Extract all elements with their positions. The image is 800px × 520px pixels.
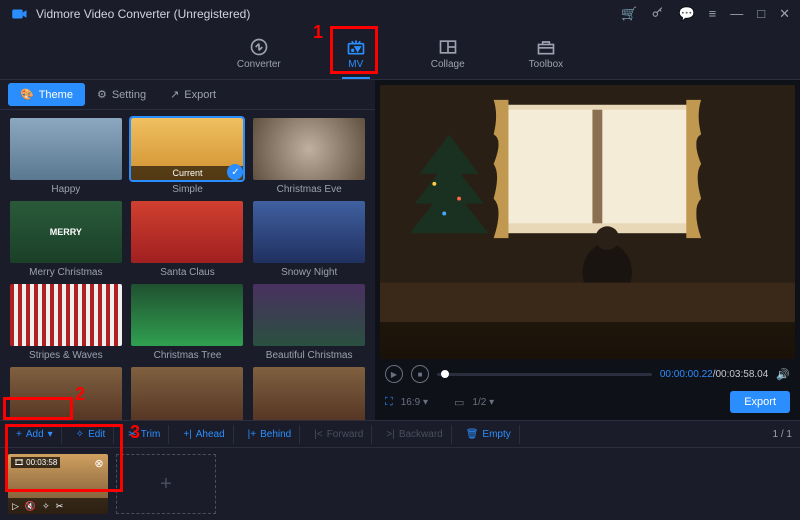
tab-mv-label: MV — [348, 59, 363, 70]
subtab-theme[interactable]: 🎨 Theme — [8, 83, 85, 106]
film-icon: 🎞 — [14, 458, 24, 467]
page-select[interactable]: 1/2 ▾ — [472, 397, 494, 408]
plus-icon: + — [16, 429, 22, 440]
theme-label: Snowy Night — [281, 267, 337, 278]
theme-stripes-waves[interactable] — [10, 284, 122, 346]
theme-merry-christmas[interactable]: MERRY — [10, 201, 122, 263]
mv-icon — [345, 38, 367, 56]
tab-toolbox[interactable]: Toolbox — [517, 34, 575, 74]
clip-item[interactable]: 🎞00:03:58 ⊗ ▷ 🔇 ✧ ✂ — [8, 454, 108, 514]
cart-icon[interactable]: 🛒 — [621, 6, 637, 22]
clip-play-icon[interactable]: ▷ — [12, 501, 19, 512]
ahead-button[interactable]: +|Ahead — [175, 425, 233, 444]
aspect-select[interactable]: 16:9 ▾ — [401, 397, 428, 408]
tab-converter[interactable]: Converter — [225, 34, 293, 74]
key-icon[interactable] — [651, 6, 664, 22]
page-icon: ▭ — [454, 396, 464, 409]
clip-cut-icon[interactable]: ✂ — [56, 501, 64, 512]
trim-button[interactable]: ✂Trim — [120, 425, 169, 444]
theme-happy[interactable] — [10, 118, 122, 180]
progress-bar[interactable] — [437, 373, 652, 376]
clip-duration: 🎞00:03:58 — [11, 457, 60, 468]
theme-label: Merry Christmas — [29, 267, 102, 278]
timeline: 🎞00:03:58 ⊗ ▷ 🔇 ✧ ✂ + — [0, 448, 800, 520]
tab-converter-label: Converter — [237, 59, 281, 70]
feedback-icon[interactable]: 💬 — [678, 6, 694, 22]
theme-christmas-eve[interactable] — [253, 118, 365, 180]
clip-mute-icon[interactable]: 🔇 — [25, 501, 36, 512]
theme-label: Santa Claus — [160, 267, 214, 278]
palette-icon: 🎨 — [20, 88, 34, 101]
minimize-icon[interactable]: — — [730, 6, 743, 22]
scissors-icon: ✂ — [128, 429, 136, 440]
theme-extra[interactable] — [253, 367, 365, 420]
theme-grid: Happy Current✓ Simple Christmas Eve MERRY… — [0, 110, 375, 420]
edit-button[interactable]: ✧Edit — [68, 425, 115, 444]
tab-mv[interactable]: MV — [333, 34, 379, 74]
theme-snowy-night[interactable] — [253, 201, 365, 263]
trash-icon: 🗑 — [466, 429, 479, 440]
stop-button[interactable]: ■ — [411, 365, 429, 383]
subtab-setting-label: Setting — [112, 89, 146, 101]
preview-panel: ▶ ■ 00:00:00.22/00:03:58.04 🔊 ⛶ 16:9 ▾ ▭… — [375, 80, 800, 420]
converter-icon — [248, 38, 270, 56]
tab-collage[interactable]: Collage — [419, 34, 477, 74]
theme-label: Beautiful Christmas — [266, 350, 353, 361]
progress-handle[interactable] — [441, 370, 449, 378]
tab-collage-label: Collage — [431, 59, 465, 70]
chevron-down-icon: ▾ — [48, 429, 53, 440]
time-display: 00:00:00.22/00:03:58.04 — [660, 369, 768, 380]
theme-label: Christmas Tree — [154, 350, 222, 361]
theme-extra[interactable] — [131, 367, 243, 420]
page-indicator: 1 / 1 — [773, 429, 792, 440]
theme-label: Christmas Eve — [277, 184, 342, 195]
clip-toolbar: +Add ▾ ✧Edit ✂Trim +|Ahead |+Behind |<Fo… — [0, 420, 800, 448]
add-clip-slot[interactable]: + — [116, 454, 216, 514]
theme-christmas-tree[interactable] — [131, 284, 243, 346]
volume-icon[interactable]: 🔊 — [776, 368, 790, 381]
theme-simple[interactable]: Current✓ — [131, 118, 243, 180]
close-icon[interactable]: ✕ — [779, 6, 790, 22]
theme-label: Happy — [51, 184, 80, 195]
clip-wand-icon[interactable]: ✧ — [42, 501, 50, 512]
play-button[interactable]: ▶ — [385, 365, 403, 383]
toolbox-icon — [535, 38, 557, 56]
empty-button[interactable]: 🗑Empty — [458, 425, 520, 444]
app-logo-icon — [10, 5, 28, 23]
subtab-export[interactable]: ↗ Export — [158, 83, 228, 106]
plus-icon: + — [160, 473, 172, 496]
gear-icon: ⚙ — [97, 88, 107, 101]
aspect-icon: ⛶ — [385, 396, 393, 409]
tab-toolbox-label: Toolbox — [529, 59, 563, 70]
top-nav: Converter MV Collage Toolbox — [0, 28, 800, 80]
behind-button[interactable]: |+Behind — [240, 425, 301, 444]
theme-santa-claus[interactable] — [131, 201, 243, 263]
behind-icon: |+ — [248, 429, 256, 440]
wand-icon: ✧ — [76, 429, 84, 440]
subtab-export-label: Export — [184, 89, 216, 101]
menu-icon[interactable]: ≡ — [709, 6, 717, 22]
export-button[interactable]: Export — [730, 391, 790, 413]
theme-beautiful-christmas[interactable] — [253, 284, 365, 346]
theme-label: Simple — [172, 184, 203, 195]
forward-button[interactable]: |<Forward — [306, 425, 372, 444]
theme-extra[interactable] — [10, 367, 122, 420]
ahead-icon: +| — [183, 429, 191, 440]
clip-remove-icon[interactable]: ⊗ — [92, 456, 106, 470]
app-title: Vidmore Video Converter (Unregistered) — [36, 7, 250, 21]
left-panel: 🎨 Theme ⚙ Setting ↗ Export Happy Current✓ Si… — [0, 80, 375, 420]
theme-label: Stripes & Waves — [29, 350, 103, 361]
export-icon: ↗ — [170, 88, 179, 101]
subtab-theme-label: Theme — [39, 89, 73, 101]
backward-button[interactable]: >|Backward — [378, 425, 451, 444]
subtab-setting[interactable]: ⚙ Setting — [85, 83, 158, 106]
forward-icon: |< — [314, 429, 322, 440]
maximize-icon[interactable]: □ — [757, 6, 765, 22]
titlebar: Vidmore Video Converter (Unregistered) 🛒… — [0, 0, 800, 28]
backward-icon: >| — [386, 429, 394, 440]
collage-icon — [437, 38, 459, 56]
merry-text: MERRY — [50, 227, 82, 237]
add-button[interactable]: +Add ▾ — [8, 425, 62, 444]
video-preview[interactable] — [380, 85, 795, 359]
